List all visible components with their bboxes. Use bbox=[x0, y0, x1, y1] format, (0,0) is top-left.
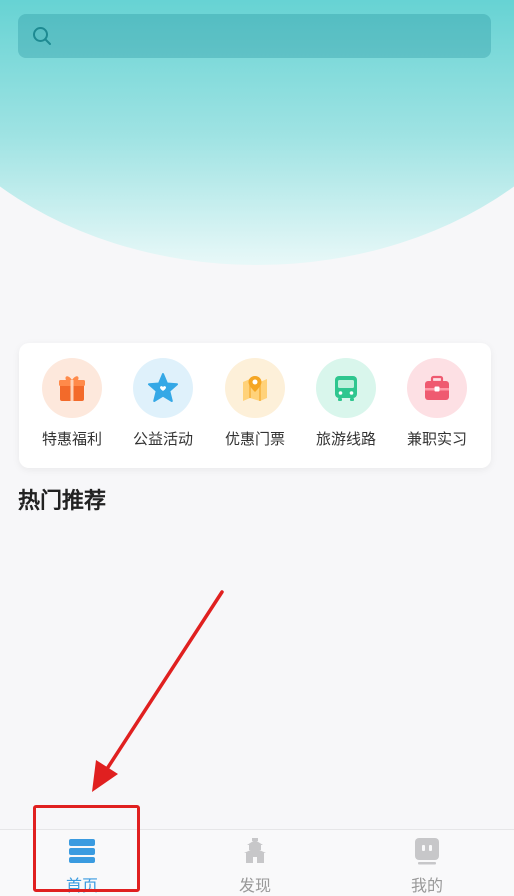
section-title-hot: 热门推荐 bbox=[18, 489, 107, 514]
category-item-welfare[interactable]: 特惠福利 bbox=[32, 358, 112, 458]
hero-banner bbox=[0, 0, 514, 290]
tab-label: 我的 bbox=[410, 876, 443, 895]
star-icon bbox=[133, 358, 193, 418]
category-label: 优惠门票 bbox=[224, 430, 285, 448]
annotation-highlight-box bbox=[33, 805, 140, 892]
category-label: 兼职实习 bbox=[406, 430, 467, 448]
tab-mine[interactable]: 我的 bbox=[367, 830, 487, 896]
tab-label: 发现 bbox=[238, 876, 271, 895]
map-pin-icon bbox=[225, 358, 285, 418]
category-item-routes[interactable]: 旅游线路 bbox=[306, 358, 386, 458]
bus-icon bbox=[316, 358, 376, 418]
category-item-tickets[interactable]: 优惠门票 bbox=[215, 358, 295, 458]
category-label: 公益活动 bbox=[132, 430, 193, 448]
pagoda-icon bbox=[244, 838, 266, 863]
profile-icon bbox=[415, 838, 439, 865]
gift-icon bbox=[42, 358, 102, 418]
tab-discover[interactable]: 发现 bbox=[195, 830, 315, 896]
category-label: 旅游线路 bbox=[315, 430, 376, 448]
category-grid: 特惠福利 公益活动 优惠门票 旅游线路 兼职实习 bbox=[19, 343, 491, 468]
briefcase-icon bbox=[407, 358, 467, 418]
category-item-charity[interactable]: 公益活动 bbox=[123, 358, 203, 458]
search-bar[interactable] bbox=[18, 14, 491, 58]
category-item-parttime[interactable]: 兼职实习 bbox=[397, 358, 477, 458]
category-label: 特惠福利 bbox=[41, 430, 102, 448]
search-input[interactable] bbox=[62, 14, 482, 58]
search-icon bbox=[33, 27, 51, 45]
